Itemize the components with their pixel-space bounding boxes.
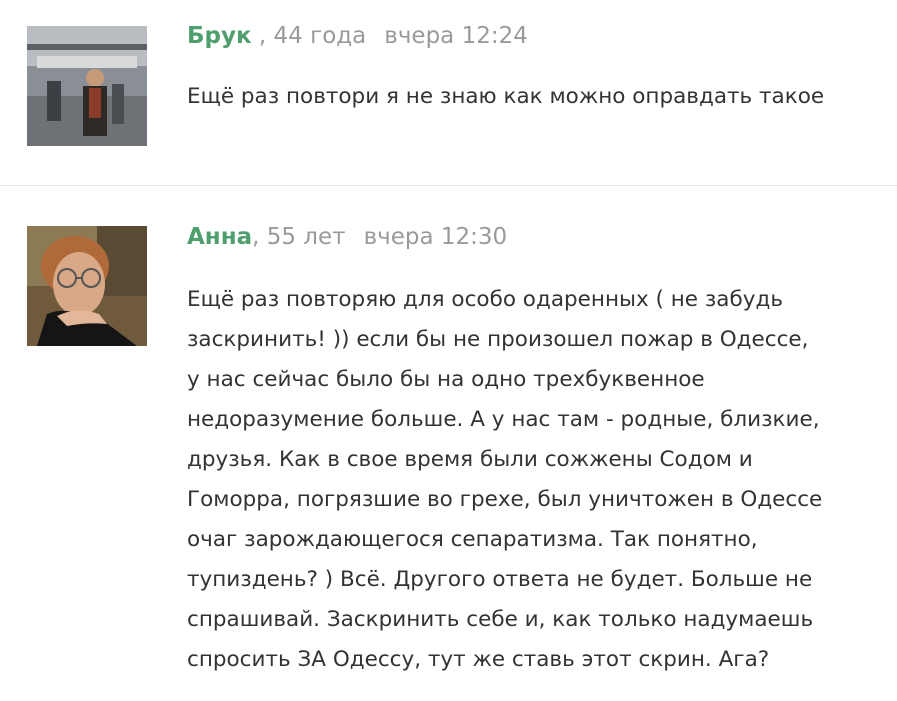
comment-timestamp: вчера 12:30: [363, 224, 508, 250]
comment-item: Анна, 55 лет вчера 12:30 Ещё раз повторяю…: [0, 186, 897, 701]
comment-text-line: очаг зарождающегося сепаратизма. Так пон…: [187, 527, 758, 552]
comment-meta: Анна, 55 лет вчера 12:30: [187, 222, 507, 252]
comment-meta: Брук , 44 года вчера 12:24: [187, 21, 528, 51]
author-age: , 44 года: [251, 23, 367, 49]
author-age: , 55 лет: [252, 224, 346, 250]
avatar[interactable]: [27, 226, 147, 346]
comment-text-line: недоразумение больше. А у нас там - родн…: [187, 407, 820, 432]
comment-text-line: тупиздень? ) Всё. Другого ответа не буде…: [187, 567, 813, 592]
comment-timestamp: вчера 12:24: [384, 23, 528, 49]
comment-text-line: Ещё раз повторяю для особо одаренных ( н…: [187, 287, 783, 312]
comment-text: Ещё раз повтори я не знаю как можно опра…: [187, 77, 877, 117]
comment-text-line: спрашивай. Заскринить себе и, как только…: [187, 607, 814, 632]
comment-text-line: заскринить! )) если бы не произошел пожа…: [187, 327, 809, 352]
comment-text-line: спросить ЗА Одессу, тут же ставь этот ск…: [187, 647, 770, 672]
avatar[interactable]: [27, 26, 147, 146]
comment-text-line: Ещё раз повтори я не знаю как можно опра…: [187, 84, 825, 109]
comment-text: Ещё раз повторяю для особо одаренных ( н…: [187, 280, 877, 680]
comment-text-line: у нас сейчас было бы на одно трехбуквенн…: [187, 367, 705, 392]
comment-text-line: друзья. Как в свое время были сожжены Со…: [187, 447, 753, 472]
author-name[interactable]: Брук: [187, 23, 252, 49]
comment-text-line: Гоморра, погрязшие во грехе, был уничтож…: [187, 487, 823, 512]
author-name[interactable]: Анна: [187, 224, 252, 250]
comment-item: Брук , 44 года вчера 12:24 Ещё раз повтор…: [0, 0, 897, 185]
